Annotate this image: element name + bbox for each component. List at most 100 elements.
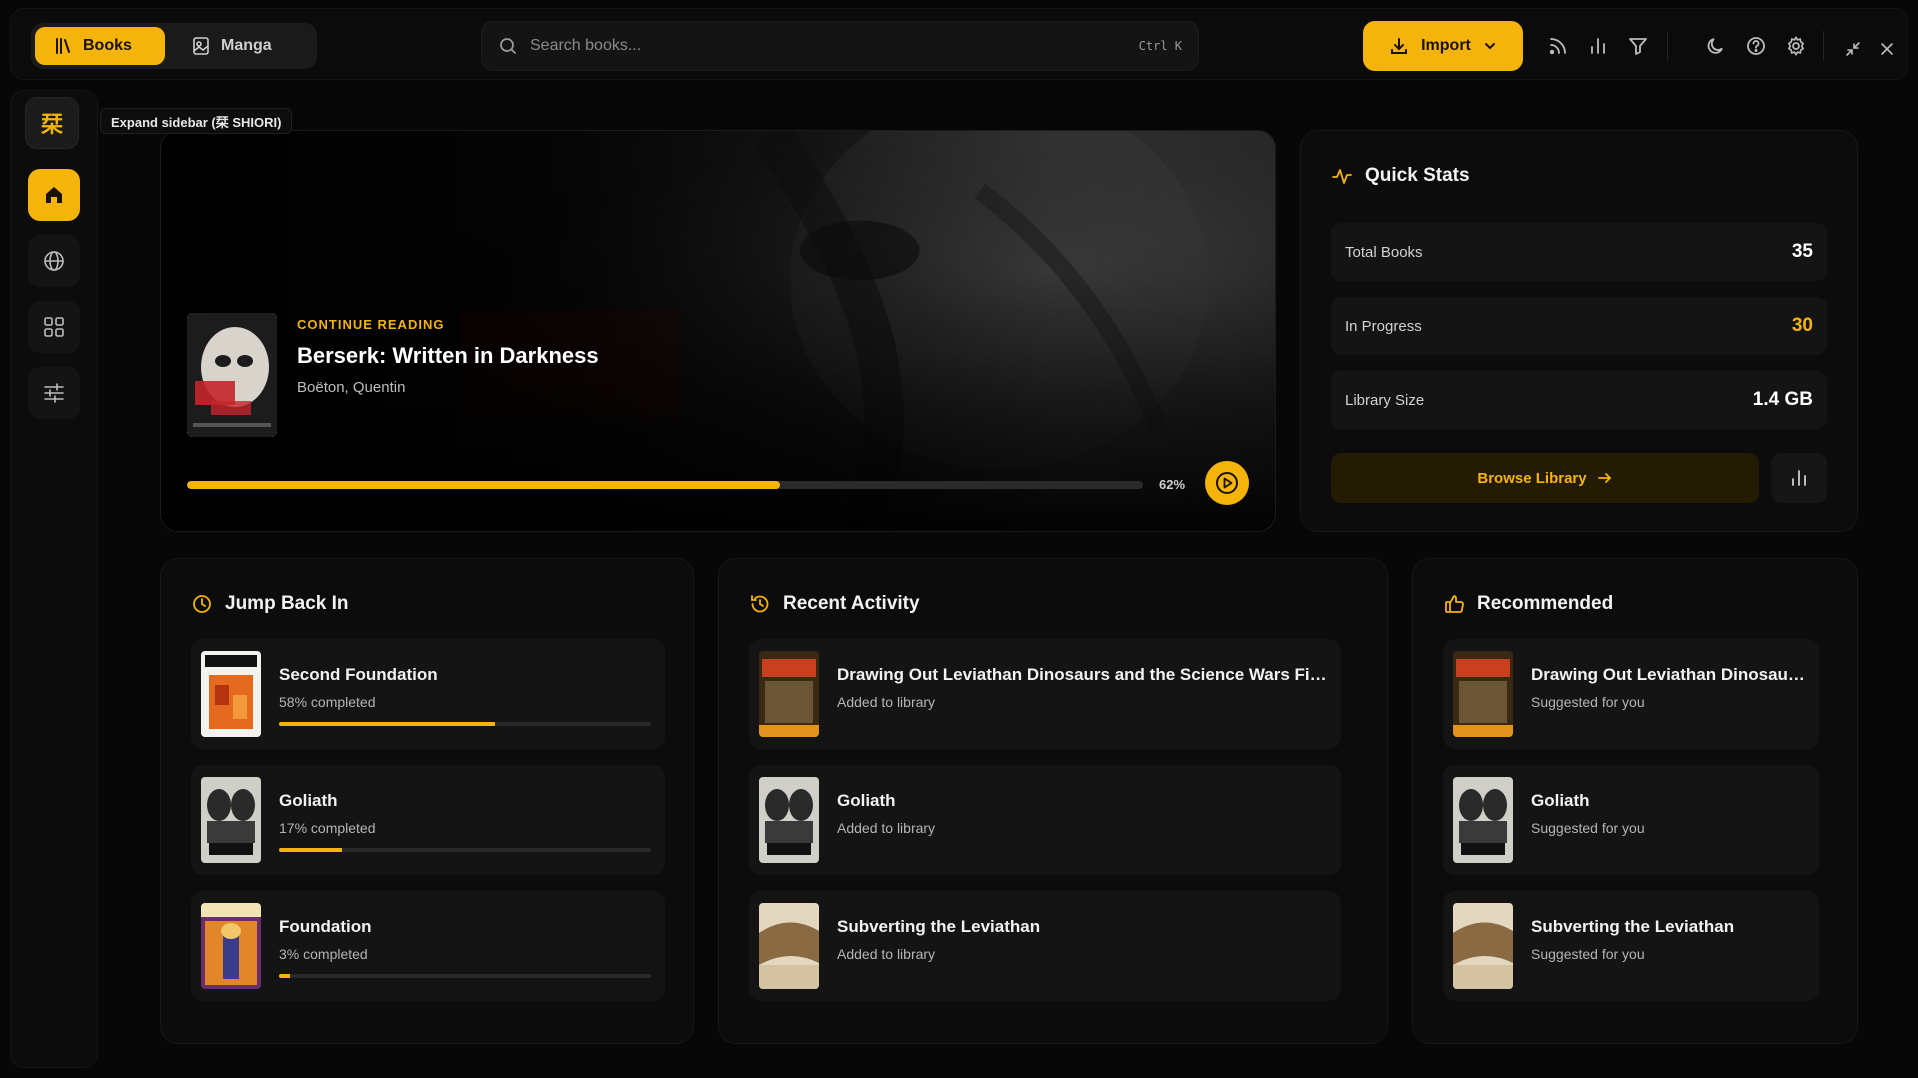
list-item[interactable]: Goliath Added to library: [749, 765, 1341, 875]
book-progress-fill: [279, 848, 343, 852]
stat-label: Library Size: [1345, 391, 1425, 409]
mode-switch: Books Manga: [31, 23, 317, 69]
close-icon[interactable]: [1877, 39, 1897, 59]
download-icon: [1389, 36, 1409, 56]
tab-manga-label: Manga: [221, 37, 272, 54]
book-progress-fill: [279, 974, 291, 978]
book-cover: [759, 903, 819, 989]
recommended-title: Recommended: [1477, 593, 1614, 614]
browse-library-button[interactable]: Browse Library: [1331, 453, 1759, 503]
library-icon: [53, 36, 73, 56]
continue-reading-hero[interactable]: CONTINUE READING Berserk: Written in Dar…: [160, 130, 1276, 532]
book-cover: [1453, 777, 1513, 863]
list-item[interactable]: Goliath 17% completed: [191, 765, 665, 875]
stat-label: Total Books: [1345, 243, 1423, 261]
bar-chart-icon: [1788, 467, 1810, 489]
reading-progress-percent: 62%: [1159, 477, 1186, 492]
list-item[interactable]: Drawing Out Leviathan Dinosaurs and the …: [749, 639, 1341, 749]
play-icon: [1214, 470, 1240, 496]
stat-total-books: Total Books 35: [1331, 223, 1827, 281]
quick-stats-header: Quick Stats: [1331, 165, 1470, 187]
book-cover: [759, 651, 819, 737]
list-item[interactable]: Subverting the Leviathan Added to librar…: [749, 891, 1341, 1001]
tab-books[interactable]: Books: [35, 27, 165, 65]
minimize-icon[interactable]: [1843, 39, 1863, 59]
book-cover: [201, 777, 261, 863]
app-logo: 栞: [40, 112, 63, 137]
activity-status: Added to library: [837, 820, 936, 836]
filter-icon[interactable]: [1623, 31, 1653, 61]
recommendation-status: Suggested for you: [1531, 694, 1645, 710]
activity-status: Added to library: [837, 694, 936, 710]
book-progress-text: 58% completed: [279, 694, 376, 710]
list-item[interactable]: Subverting the Leviathan Suggested for y…: [1443, 891, 1819, 1001]
hero-book-cover[interactable]: [187, 313, 277, 437]
continue-reading-label: CONTINUE READING: [297, 317, 445, 332]
activity-title: Subverting the Leviathan: [837, 917, 1041, 936]
sliders-icon: [42, 381, 66, 405]
jump-back-in-panel: Jump Back In Second Foundation 58% compl…: [160, 558, 694, 1044]
list-item[interactable]: Goliath Suggested for you: [1443, 765, 1819, 875]
book-title: Goliath: [279, 791, 338, 810]
stat-value: 30: [1791, 315, 1813, 336]
sidebar-item-browse[interactable]: [28, 235, 80, 287]
divider: [1667, 31, 1668, 61]
settings-icon[interactable]: [1781, 31, 1811, 61]
hero-book-author: Boëton, Quentin: [297, 379, 406, 396]
list-item[interactable]: Foundation 3% completed: [191, 891, 665, 1001]
chevron-down-icon: [1483, 39, 1497, 53]
sidebar: 栞: [10, 90, 98, 1068]
search-shortcut: Ctrl K: [1138, 39, 1182, 53]
book-title: Foundation: [279, 917, 372, 936]
reading-progress-fill: [187, 481, 780, 489]
book-progress-text: 17% completed: [279, 820, 376, 836]
sidebar-tooltip: Expand sidebar (栞 SHIORI): [100, 108, 293, 134]
thumbs-up-icon: [1443, 593, 1465, 615]
browse-library-label: Browse Library: [1477, 469, 1587, 487]
book-cover: [1453, 651, 1513, 737]
grid-icon: [42, 315, 66, 339]
recent-activity-header: Recent Activity: [749, 593, 920, 615]
stat-in-progress: In Progress 30: [1331, 297, 1827, 355]
sidebar-item-home[interactable]: [28, 169, 80, 221]
recommended-header: Recommended: [1443, 593, 1613, 615]
recommendation-status: Suggested for you: [1531, 946, 1645, 962]
bar-chart-icon[interactable]: [1583, 31, 1613, 61]
book-cover: [1453, 903, 1513, 989]
list-item[interactable]: Drawing Out Leviathan Dinosaur... Sugges…: [1443, 639, 1819, 749]
recommendation-status: Suggested for you: [1531, 820, 1645, 836]
import-button[interactable]: Import: [1363, 21, 1523, 71]
resume-reading-button[interactable]: [1205, 461, 1249, 505]
stat-library-size: Library Size 1.4 GB: [1331, 371, 1827, 429]
divider: [1823, 31, 1824, 61]
recommendation-title: Drawing Out Leviathan Dinosaur...: [1531, 665, 1807, 684]
moon-icon[interactable]: [1701, 31, 1731, 61]
sidebar-item-collections[interactable]: [28, 301, 80, 353]
book-title: Second Foundation: [279, 665, 438, 684]
book-cover: [201, 903, 261, 989]
stat-value: 1.4 GB: [1752, 389, 1813, 410]
top-bar: Books Manga Search books... Ctrl K Impor…: [10, 8, 1908, 80]
list-item[interactable]: Second Foundation 58% completed: [191, 639, 665, 749]
recommended-panel: Recommended Drawing Out Leviathan Dinosa…: [1412, 558, 1858, 1044]
rss-icon[interactable]: [1543, 31, 1573, 61]
search-input[interactable]: Search books...: [530, 37, 1127, 55]
search-bar[interactable]: Search books... Ctrl K: [481, 21, 1199, 71]
history-icon: [749, 593, 771, 615]
stat-label: In Progress: [1345, 317, 1422, 335]
expand-sidebar-button[interactable]: 栞: [25, 97, 79, 149]
quick-stats-panel: Quick Stats Total Books 35 In Progress 3…: [1300, 130, 1858, 532]
jump-back-in-title: Jump Back In: [225, 593, 349, 614]
recent-activity-panel: Recent Activity Drawing Out Leviathan Di…: [718, 558, 1388, 1044]
book-progress-fill: [279, 722, 495, 726]
image-icon: [191, 36, 211, 56]
tab-books-label: Books: [83, 37, 132, 54]
view-stats-button[interactable]: [1771, 453, 1827, 503]
sidebar-item-preferences[interactable]: [28, 367, 80, 419]
search-icon: [498, 36, 518, 56]
help-icon[interactable]: [1741, 31, 1771, 61]
recommendation-title: Subverting the Leviathan: [1531, 917, 1735, 936]
recommendation-title: Goliath: [1531, 791, 1590, 810]
arrow-right-icon: [1597, 470, 1613, 486]
tab-manga[interactable]: Manga: [173, 27, 303, 65]
